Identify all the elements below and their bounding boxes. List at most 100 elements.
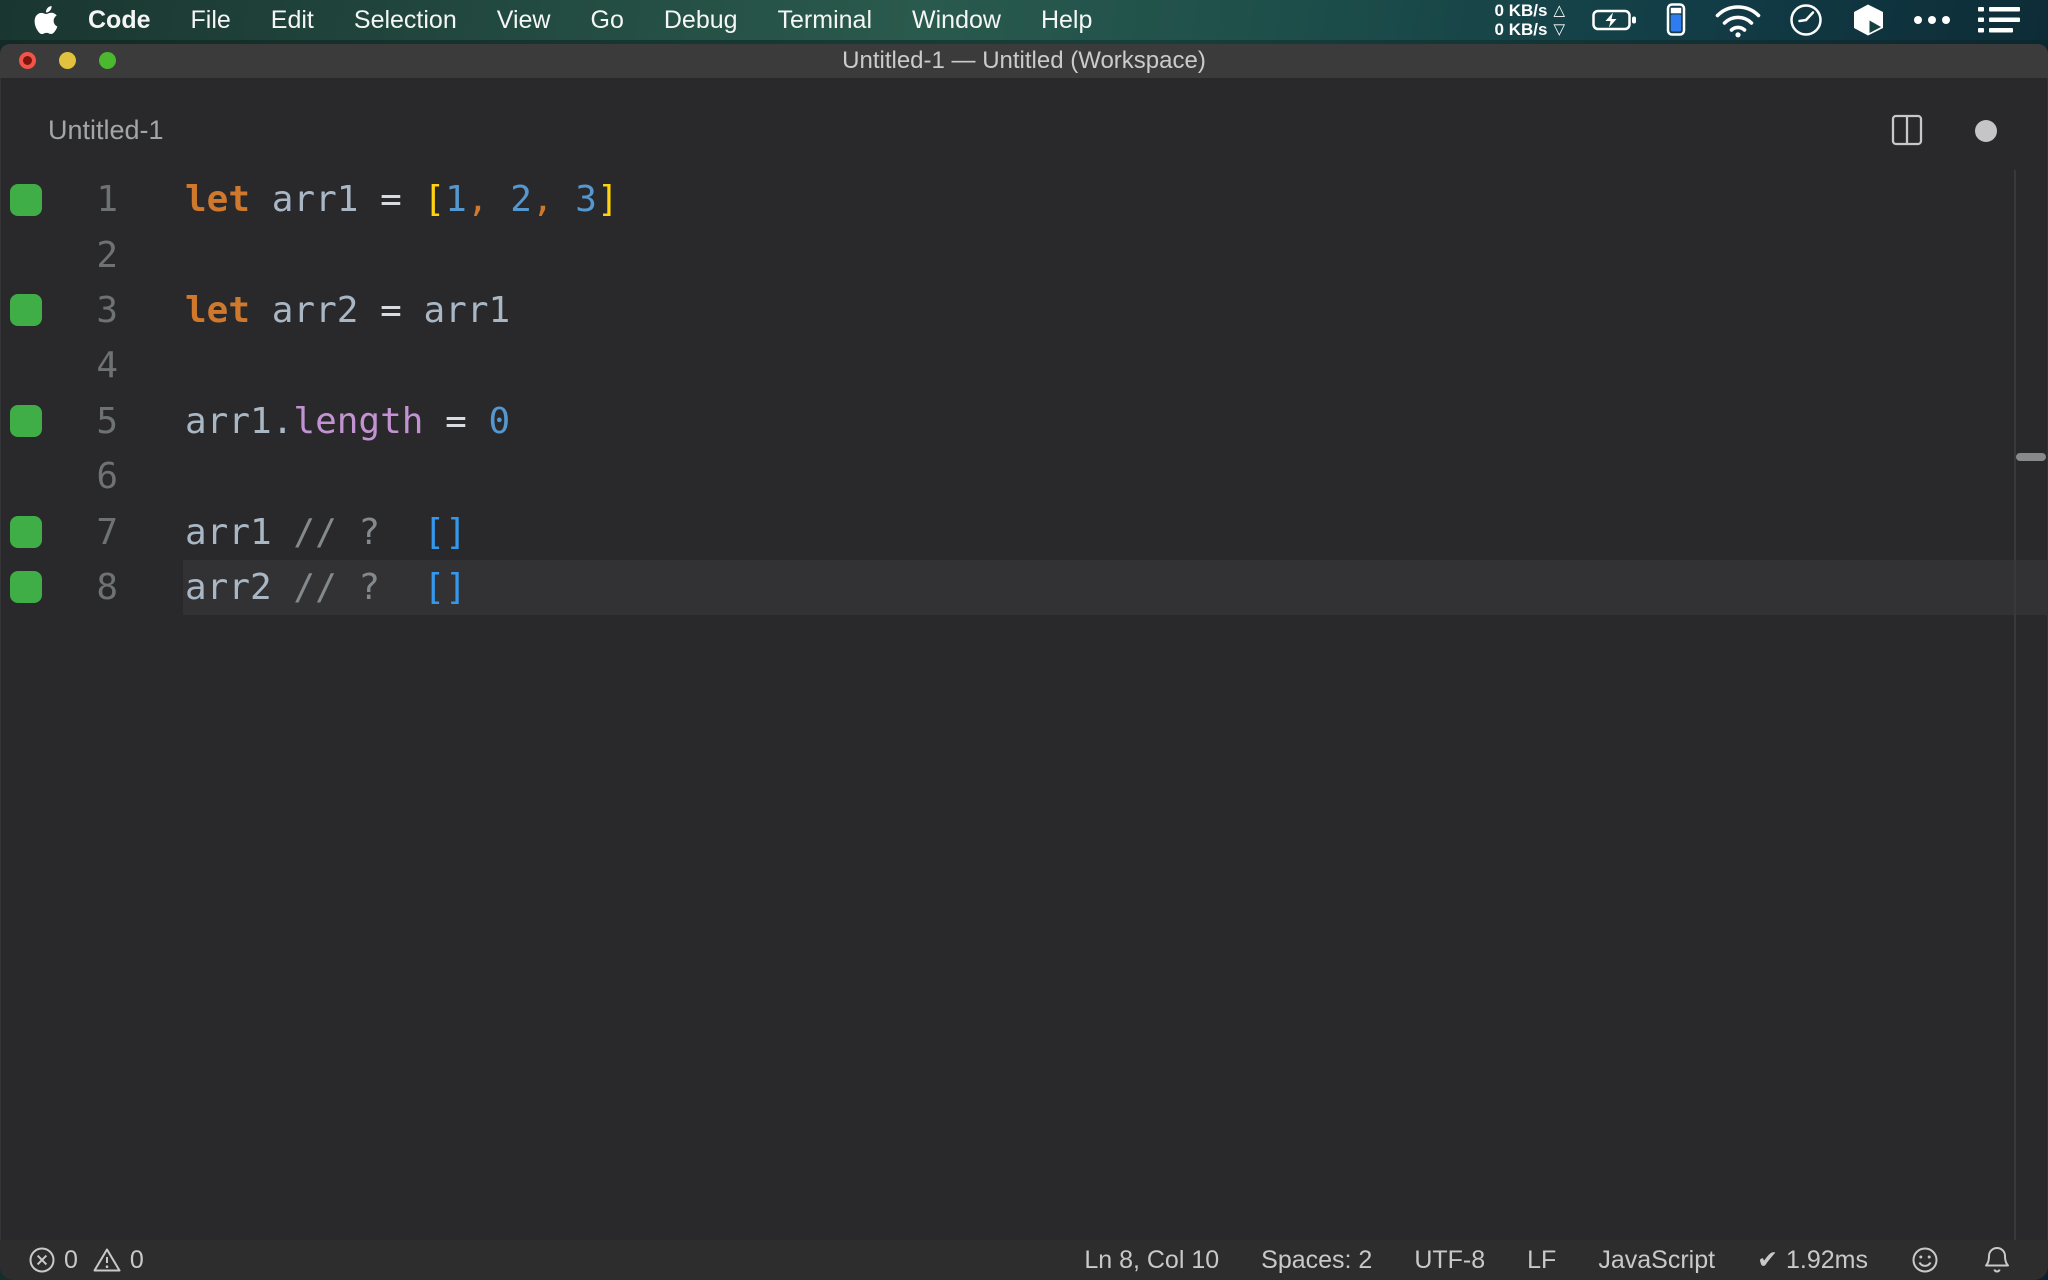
code-line-5[interactable]: 5 arr1.length = 0 (0, 394, 2048, 449)
code-line-6[interactable]: 6 (0, 449, 2048, 504)
token-comment: // ? (293, 566, 381, 608)
token-var: arr1 (423, 289, 511, 331)
token-num: 0 (488, 400, 511, 442)
error-count: 0 (64, 1245, 78, 1274)
token-prop: length (293, 400, 424, 442)
box-app-icon[interactable] (1850, 3, 1886, 37)
quokka-marker (0, 183, 52, 216)
token-num: 3 (575, 179, 597, 221)
code-editor[interactable]: 1 let arr1 = [1, 2, 3] 2 3 let arr2 = arr1 4 5… (0, 172, 2048, 1240)
menu-item-selection[interactable]: Selection (334, 6, 477, 34)
screen: Code File Edit Selection View Go Debug Terminal… (0, 0, 2048, 1280)
check-icon: ✔ (1757, 1246, 1779, 1274)
eol-sequence[interactable]: LF (1527, 1246, 1556, 1275)
net-down-label: 0 KB/s (1494, 20, 1548, 39)
token-var: arr1 (185, 400, 272, 442)
menu-item-view[interactable]: View (477, 6, 571, 34)
split-editor-icon[interactable] (1891, 114, 1923, 146)
down-arrow-icon: ▽ (1553, 21, 1565, 38)
quokka-marker (0, 571, 52, 604)
code-line-8[interactable]: 8 arr2 // ? [] (0, 559, 2048, 616)
code-line-3[interactable]: 3 let arr2 = arr1 (0, 283, 2048, 338)
token-keyword: let (185, 289, 251, 331)
quokka-perf[interactable]: ✔ 1.92ms (1757, 1245, 1868, 1275)
token-op: = (445, 400, 467, 442)
menu-item-code[interactable]: Code (68, 6, 171, 34)
token-bracket: ] (596, 179, 619, 221)
list-menu-icon[interactable] (1978, 6, 2020, 34)
code-text: let arr2 = arr1 (185, 290, 510, 331)
token-comma: , (466, 179, 489, 221)
wifi-icon[interactable] (1714, 3, 1762, 38)
menubar-status-area: 0 KB/s △ 0 KB/s ▽ (1495, 0, 2048, 40)
token-num: 1 (445, 179, 467, 221)
problems-indicator[interactable]: 0 0 (28, 1246, 144, 1275)
token-quokka_value: [] (423, 566, 467, 608)
indentation[interactable]: Spaces: 2 (1261, 1246, 1372, 1275)
cursor-position[interactable]: Ln 8, Col 10 (1084, 1246, 1219, 1275)
code-line-2[interactable]: 2 (0, 227, 2048, 282)
quokka-marker (0, 516, 52, 549)
menu-item-edit[interactable]: Edit (251, 6, 334, 34)
menubar-left: Code File Edit Selection View Go Debug Terminal… (0, 0, 1112, 40)
token-bracket: [ (423, 179, 446, 221)
menu-item-terminal[interactable]: Terminal (758, 6, 892, 34)
language-mode[interactable]: JavaScript (1598, 1246, 1715, 1275)
minimize-button[interactable] (59, 52, 76, 69)
error-icon (28, 1246, 56, 1274)
line-number: 8 (96, 566, 118, 608)
warning-icon (92, 1246, 122, 1274)
token-keyword: let (185, 179, 251, 221)
token-quokka_value: [] (423, 511, 467, 553)
line-number: 5 (96, 400, 118, 442)
menu-item-go[interactable]: Go (571, 6, 644, 34)
token-op: = (380, 179, 402, 221)
statusbar: 0 0 Ln 8, Col 10 Spaces: 2 UTF-8 LF Java… (0, 1240, 2048, 1280)
statusbar-right: Ln 8, Col 10 Spaces: 2 UTF-8 LF JavaScri… (1084, 1244, 2048, 1276)
macos-menubar: Code File Edit Selection View Go Debug Terminal… (0, 0, 2048, 40)
network-speed-widget[interactable]: 0 KB/s △ 0 KB/s ▽ (1495, 1, 1565, 39)
token-comma: , (531, 179, 554, 221)
menu-item-window[interactable]: Window (892, 6, 1021, 34)
token-comment: // ? (293, 511, 381, 553)
window-titlebar[interactable]: Untitled-1 — Untitled (Workspace) (0, 44, 2048, 78)
smiley-icon[interactable] (1910, 1245, 1940, 1275)
scrollbar-track-border (2014, 170, 2016, 1240)
line-number: 6 (96, 456, 118, 498)
battery-vertical-icon[interactable] (1665, 3, 1687, 37)
unsaved-dot[interactable] (1975, 120, 1997, 142)
menu-item-file[interactable]: File (171, 6, 251, 34)
net-up-label: 0 KB/s (1494, 1, 1548, 20)
line-number: 4 (96, 345, 118, 387)
quokka-marker (0, 405, 52, 438)
token-var: arr1 (271, 179, 359, 221)
code-line-4[interactable]: 4 (0, 338, 2048, 393)
token-var: arr1 (185, 511, 272, 553)
token-var: arr2 (271, 289, 359, 331)
battery-charging-icon[interactable] (1592, 7, 1638, 33)
menu-item-debug[interactable]: Debug (644, 6, 758, 34)
tab-untitled-1[interactable]: Untitled-1 (48, 115, 164, 146)
traffic-lights (19, 52, 116, 69)
code-line-1[interactable]: 1 let arr1 = [1, 2, 3] (0, 172, 2048, 227)
menu-item-help[interactable]: Help (1021, 6, 1112, 34)
apple-menu[interactable] (34, 6, 58, 34)
overview-ruler-marker[interactable] (2016, 453, 2046, 461)
bell-icon[interactable] (1982, 1244, 2012, 1276)
zoom-button[interactable] (99, 52, 116, 69)
code-text: let arr1 = [1, 2, 3] (185, 179, 619, 220)
code-line-7[interactable]: 7 arr1 // ? [] (0, 504, 2048, 559)
apple-logo-icon (34, 6, 58, 34)
ellipsis-icon[interactable] (1913, 15, 1951, 25)
close-button[interactable] (19, 52, 36, 69)
clock-icon[interactable] (1789, 3, 1823, 37)
encoding[interactable]: UTF-8 (1414, 1246, 1485, 1275)
